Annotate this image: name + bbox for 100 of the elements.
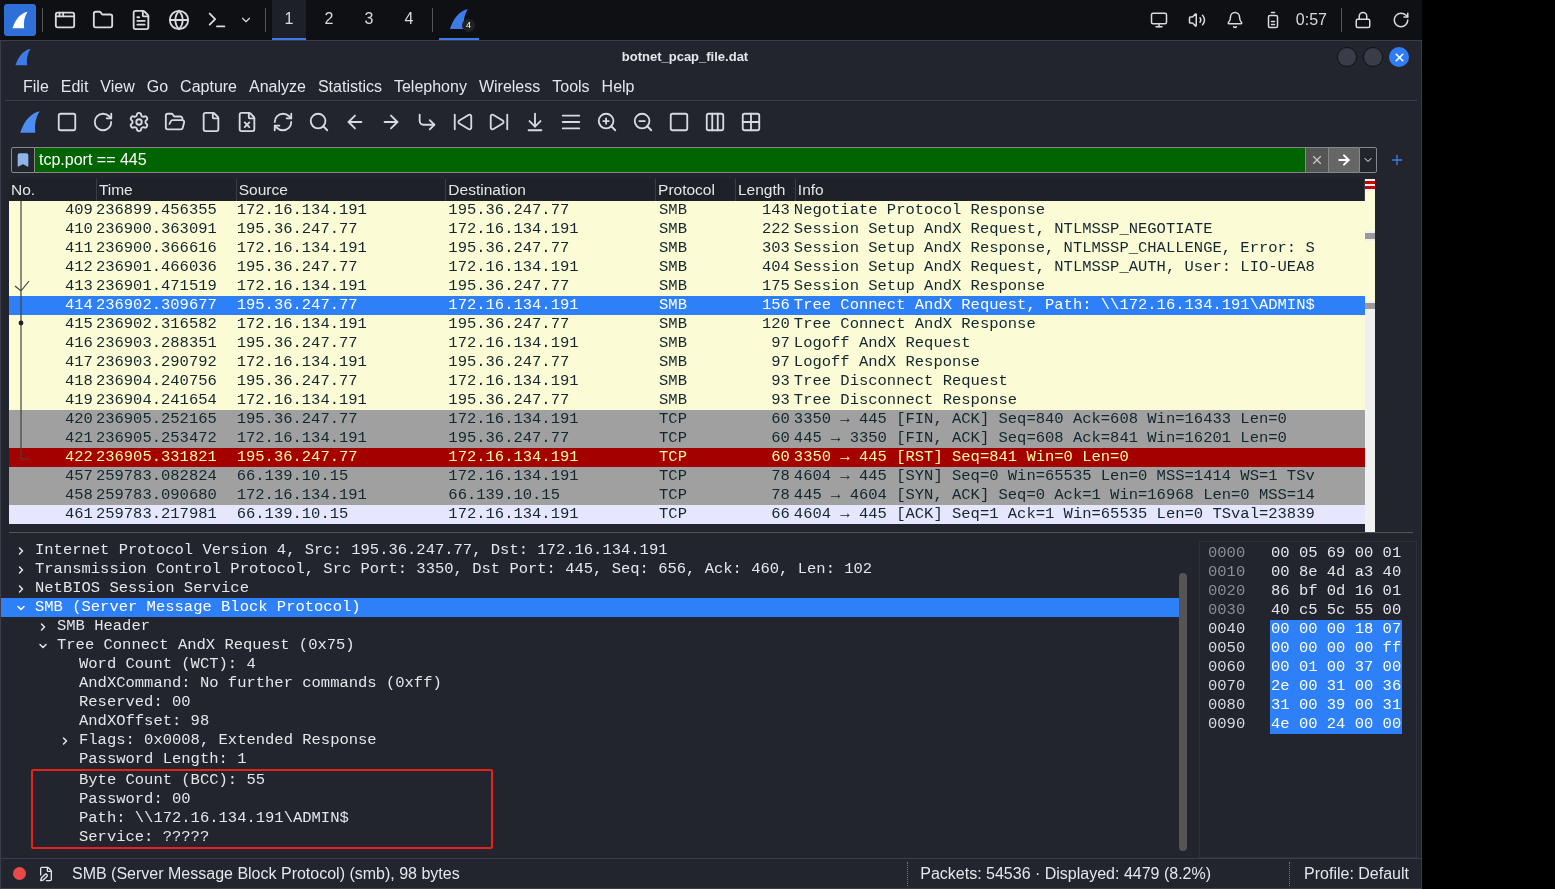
bookmark-button[interactable]	[11, 147, 35, 173]
hex-bytes[interactable]: 40 c5 5c 55 00	[1270, 601, 1403, 620]
table-cell-text: 411	[63, 239, 94, 258]
table-cell-text: 461	[63, 505, 94, 524]
scrollbar[interactable]	[1179, 573, 1187, 851]
menu-item[interactable]: Wireless	[474, 74, 545, 99]
scrollbar[interactable]	[1365, 179, 1375, 532]
hex-bytes[interactable]: 00 01 00 37 00	[1270, 658, 1403, 677]
table-cell-text: 420	[63, 410, 94, 429]
display-filter-field[interactable]: tcp.port == 445	[35, 147, 1305, 173]
packet-row[interactable]: 418 236904.240756 195.36.247.77 172.16.134.191 SMB 93 Tree Disconnect Request	[9, 372, 1365, 391]
tree-item[interactable]: Word Count (WCT): 4	[1, 655, 1179, 674]
apply-filter-button[interactable]	[1329, 147, 1359, 173]
menu-item[interactable]: Help	[597, 74, 639, 99]
menu-item[interactable]: Statistics	[313, 74, 386, 99]
volume-icon[interactable]	[1187, 11, 1206, 29]
tree-item[interactable]: Internet Protocol Version 4, Src: 195.36.247.77, Dst: 172.16.134.191	[1, 541, 1179, 560]
table-cell-text: 172.16.134.191	[447, 334, 580, 353]
workspace-tab[interactable]: 4	[392, 0, 426, 40]
table-cell-text: 172.16.134.191	[236, 277, 368, 296]
table-cell-text: 236904.241654	[94, 391, 218, 410]
hex-bytes[interactable]: 00 8e 4d a3 40	[1270, 563, 1403, 582]
packet-row[interactable]: 461 259783.217981 66.139.10.15 172.16.134.191 TCP 66 4604 → 445 [ACK] Seq=1 Ack=1 Win=65535 Len=0 TSval=23839	[9, 505, 1365, 524]
power-icon[interactable]	[1392, 11, 1410, 29]
menu-item[interactable]: File	[19, 74, 53, 99]
menu-button[interactable]	[4, 4, 36, 36]
menu-item[interactable]: Capture	[176, 74, 241, 99]
tree-item[interactable]: Password: 00	[33, 790, 491, 809]
packet-row[interactable]: 457 259783.082824 66.139.10.15 172.16.134.191 TCP 78 4604 → 445 [SYN] Seq=0 Win=65535 Len=0 MSS=1414 WS=1 TSv	[9, 467, 1365, 486]
table-cell-text: SMB	[658, 220, 688, 239]
hex-bytes[interactable]: 4e 00 24 00 00	[1270, 715, 1403, 734]
monitor-icon[interactable]	[1149, 11, 1168, 29]
table-cell-text: 195.36.247.77	[236, 296, 359, 315]
menu-item[interactable]: Go	[142, 74, 173, 99]
menu-item[interactable]: Telephony	[389, 74, 471, 99]
tree-item[interactable]: NetBIOS Session Service	[1, 579, 1179, 598]
packet-row[interactable]: 411 236900.366616 172.16.134.191 195.36.247.77 SMB 303 Session Setup AndX Response, NTLMSSP_CHALLENGE, Error: S	[9, 239, 1365, 258]
hex-bytes[interactable]: 2e 00 31 00 36	[1270, 677, 1403, 696]
tree-item[interactable]: SMB Header	[1, 617, 1179, 636]
tree-item[interactable]: AndXOffset: 98	[1, 712, 1179, 731]
tree-item[interactable]: Transmission Control Protocol, Src Port: 3350, Dst Port: 445, Seq: 656, Ack: 460, Len: 102	[1, 560, 1179, 579]
menu-item[interactable]: Edit	[56, 74, 93, 99]
workspace-tab[interactable]: 1	[272, 0, 306, 40]
packet-row[interactable]: 410 236900.363091 195.36.247.77 172.16.134.191 SMB 222 Session Setup AndX Request, NTLMSSP_NEGOTIATE	[9, 220, 1365, 239]
close-button[interactable]	[1389, 47, 1409, 67]
table-cell-text: 195.36.247.77	[447, 239, 571, 258]
clock[interactable]: 0:57	[1295, 8, 1327, 32]
tree-item[interactable]: AndXCommand: No further commands (0xff)	[1, 674, 1179, 693]
table-cell-text: 195.36.247.77	[447, 391, 571, 410]
menu-item[interactable]: Tools	[548, 74, 594, 99]
tree-item[interactable]: Tree Connect AndX Request (0x75)	[1, 636, 1179, 655]
filter-history-button[interactable]	[1359, 147, 1377, 173]
workspace-tab[interactable]: 3	[352, 0, 386, 40]
packet-row[interactable]: 419 236904.241654 172.16.134.191 195.36.247.77 SMB 93 Tree Disconnect Response	[9, 391, 1365, 410]
menu-item[interactable]: Analyze	[245, 74, 310, 99]
notification-icon[interactable]	[1225, 11, 1244, 29]
packet-row[interactable]: 413 236901.471519 172.16.134.191 195.36.247.77 SMB 175 Session Setup AndX Response	[9, 277, 1365, 296]
profile-label[interactable]: Profile: Default	[1289, 861, 1409, 886]
tree-item-text: Word Count (WCT): 4	[79, 653, 256, 675]
hex-bytes[interactable]: 00 05 69 00 01	[1270, 544, 1403, 563]
hex-bytes[interactable]: 00 00 00 00 ff	[1270, 639, 1403, 658]
packet-row[interactable]: 420 236905.252165 195.36.247.77 172.16.134.191 TCP 60 3350 → 445 [FIN, ACK] Seq=840 Ack=608 Win=16433 Len=0	[9, 410, 1365, 429]
tree-item[interactable]: Flags: 0x0008, Extended Response	[1, 731, 1179, 750]
table-cell-text: 195.36.247.77	[236, 334, 359, 353]
packet-row[interactable]: 421 236905.253472 172.16.134.191 195.36.247.77 TCP 60 445 → 3350 [FIN, ACK] Seq=608 Ack=841 Win=16201 Len=0	[9, 429, 1365, 448]
table-cell-text: Tree Connect AndX Request, Path: \\172.16.134.191\ADMIN$	[793, 296, 1316, 315]
tree-item[interactable]: Service: ?????	[33, 828, 491, 847]
add-filter-icon[interactable]	[1389, 152, 1405, 168]
table-cell-text: 97	[770, 334, 791, 353]
record-icon[interactable]	[13, 867, 26, 880]
hex-bytes[interactable]: 86 bf 0d 16 01	[1270, 582, 1403, 601]
tree-item[interactable]: Reserved: 00	[1, 693, 1179, 712]
tree-item[interactable]: Byte Count (BCC): 55	[33, 771, 491, 790]
packet-row[interactable]: 409 236899.456355 172.16.134.191 195.36.247.77 SMB 143 Negotiate Protocol Response	[9, 201, 1365, 220]
hex-bytes[interactable]: 31 00 39 00 31	[1270, 696, 1403, 715]
packet-row[interactable]: 422 236905.331821 195.36.247.77 172.16.134.191 TCP 60 3350 → 445 [RST] Seq=841 Win=0 Len=0	[9, 448, 1365, 467]
edit-icon[interactable]	[38, 865, 54, 882]
clear-filter-button[interactable]	[1305, 147, 1329, 173]
table-cell-text: 415	[63, 315, 94, 334]
packet-row[interactable]: 415 236902.316582 172.16.134.191 195.36.247.77 SMB 120 Tree Connect AndX Response	[9, 315, 1365, 334]
workspace-tab[interactable]: 2	[312, 0, 346, 40]
table-cell-text: SMB	[658, 334, 688, 353]
table-cell-text: TCP	[658, 467, 688, 486]
menu-item[interactable]: View	[96, 74, 139, 99]
clear-icon	[1310, 153, 1324, 167]
packet-row[interactable]: 458 259783.090680 172.16.134.191 66.139.10.15 TCP 78 445 → 4604 [SYN, ACK] Seq=0 Ack=1 Win=16968 Len=0 MSS=14	[9, 486, 1365, 505]
hex-bytes[interactable]: 00 00 00 18 07	[1270, 620, 1403, 639]
table-cell-text: TCP	[658, 486, 688, 505]
tree-item[interactable]: Password Length: 1	[1, 750, 1179, 769]
byte-offset: 0030	[1207, 601, 1247, 620]
lock-icon[interactable]	[1354, 11, 1372, 29]
tree-item[interactable]: SMB (Server Message Block Protocol)	[1, 598, 1179, 617]
packet-row[interactable]: 417 236903.290792 172.16.134.191 195.36.247.77 SMB 97 Logoff AndX Response	[9, 353, 1365, 372]
packet-row[interactable]: 412 236901.466036 195.36.247.77 172.16.134.191 SMB 404 Session Setup AndX Request, NTLMSSP_AUTH, User: LIO-UEA8	[9, 258, 1365, 277]
tree-item[interactable]: Path: \\172.16.134.191\ADMIN$	[33, 809, 491, 828]
packet-row[interactable]: 416 236903.288351 195.36.247.77 172.16.134.191 SMB 97 Logoff AndX Request	[9, 334, 1365, 353]
tree-item-text: AndXOffset: 98	[79, 710, 210, 732]
packet-row[interactable]: 414 236902.309677 195.36.247.77 172.16.134.191 SMB 156 Tree Connect AndX Request, Path: \\172.16.134.191\ADMIN$	[9, 296, 1365, 315]
tree-item-text: NetBIOS Session Service	[35, 577, 249, 599]
tree-item-text: Internet Protocol Version 4, Src: 195.36.247.77, Dst: 172.16.134.191	[35, 539, 668, 561]
